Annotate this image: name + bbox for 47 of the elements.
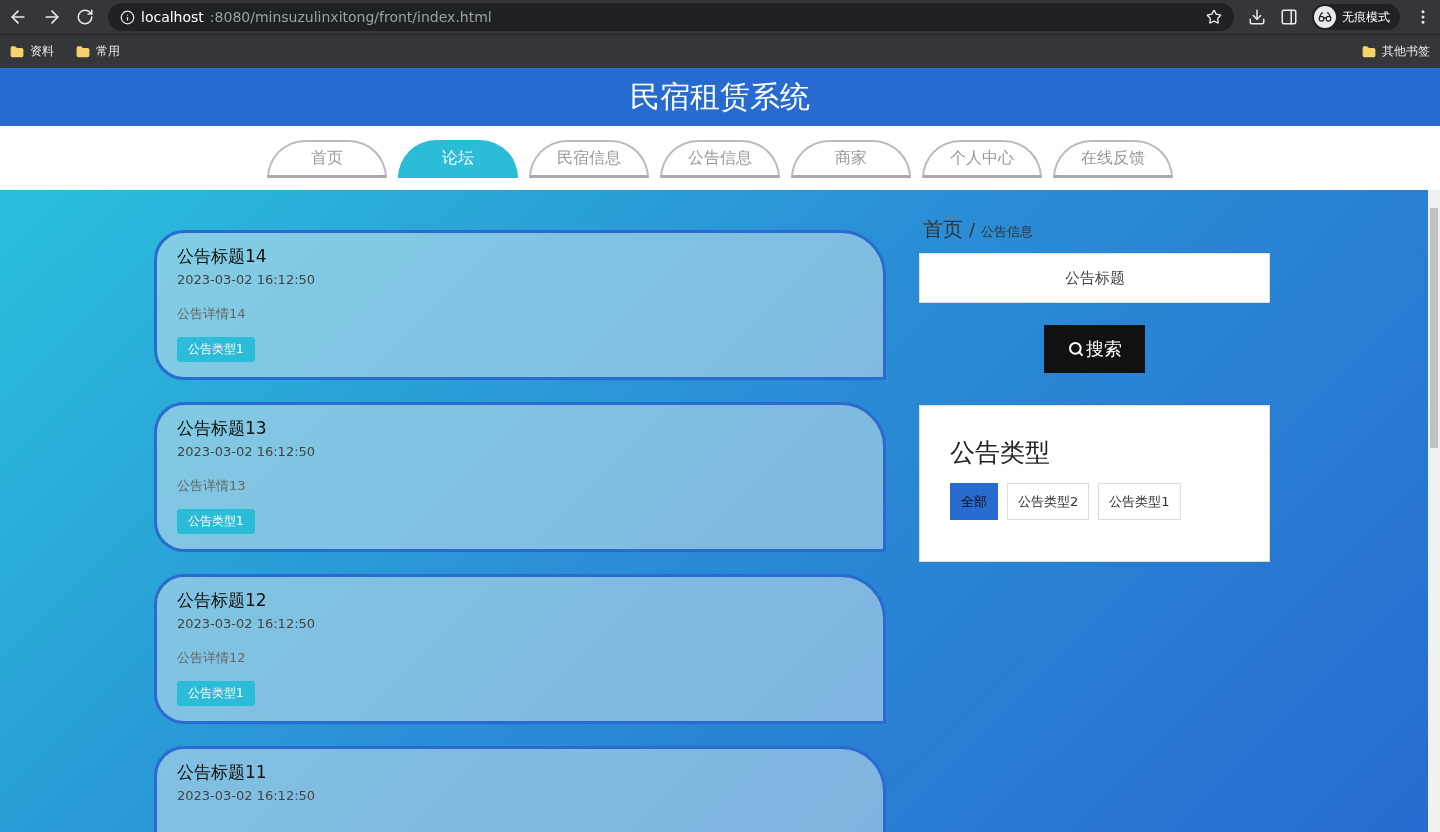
bookmark-star-icon[interactable]	[1206, 9, 1222, 25]
profile-button[interactable]: 无痕模式	[1312, 4, 1400, 30]
bookmark-link[interactable]: 其他书签	[1382, 43, 1430, 60]
breadcrumb-separator: /	[969, 219, 976, 240]
category-filter[interactable]: 公告类型2	[1007, 483, 1090, 520]
notice-date: 2023-03-02 16:12:50	[177, 788, 316, 803]
search-icon	[1067, 341, 1084, 357]
category-filter[interactable]: 全部	[950, 483, 998, 520]
folder-icon	[10, 44, 24, 59]
notice-title: 公告标题14	[177, 245, 267, 268]
notice-card[interactable]: 公告标题11 2023-03-02 16:12:50	[154, 746, 886, 832]
notice-tag: 公告类型1	[177, 681, 255, 706]
notice-date: 2023-03-02 16:12:50	[177, 272, 316, 287]
breadcrumb-link[interactable]: 首页	[923, 216, 963, 243]
reload-icon[interactable]	[76, 8, 94, 26]
scrollbar[interactable]	[1428, 190, 1440, 832]
notice-tag: 公告类型1	[177, 337, 255, 362]
notice-detail: 公告详情13	[177, 477, 246, 495]
url-host: localhost	[141, 9, 204, 25]
side-panel-icon[interactable]	[1280, 8, 1298, 26]
notice-card[interactable]: 公告标题12 2023-03-02 16:12:50 公告详情12 公告类型1	[154, 574, 886, 724]
notice-detail: 公告详情14	[177, 305, 246, 323]
breadcrumb-current: 公告信息	[981, 223, 1034, 241]
notice-card[interactable]: 公告标题14 2023-03-02 16:12:50 公告详情14 公告类型1	[154, 230, 886, 380]
notice-tag: 公告类型1	[177, 509, 255, 534]
url-path: :8080/minsuzulinxitong/front/index.html	[209, 9, 493, 25]
bookmark-link[interactable]: 资料	[30, 43, 54, 60]
download-icon[interactable]	[1248, 8, 1266, 26]
info-icon	[120, 9, 135, 25]
folder-icon	[76, 44, 90, 59]
notice-detail: 公告详情12	[177, 649, 246, 667]
category-title: 公告类型	[950, 437, 1051, 469]
folder-icon	[1362, 44, 1376, 59]
bookmark-link[interactable]: 常用	[96, 43, 120, 60]
notice-title: 公告标题13	[177, 417, 267, 440]
notice-date: 2023-03-02 16:12:50	[177, 616, 316, 631]
search-button[interactable]: 搜索	[1044, 325, 1145, 373]
notice-date: 2023-03-02 16:12:50	[177, 444, 316, 459]
search-field[interactable]: 公告标题	[919, 253, 1270, 303]
category-filter[interactable]: 公告类型1	[1098, 483, 1181, 520]
address-bar[interactable]: localhost :8080/minsuzulinxitong/front/index.html	[108, 3, 1234, 31]
notice-title: 公告标题12	[177, 589, 267, 612]
notice-title: 公告标题11	[177, 761, 267, 784]
site-title: 民宿租赁系统	[630, 77, 810, 116]
incognito-icon	[1314, 6, 1336, 28]
notice-card[interactable]: 公告标题13 2023-03-02 16:12:50 公告详情13 公告类型1	[154, 402, 886, 552]
scrollbar-thumb[interactable]	[1430, 208, 1438, 448]
